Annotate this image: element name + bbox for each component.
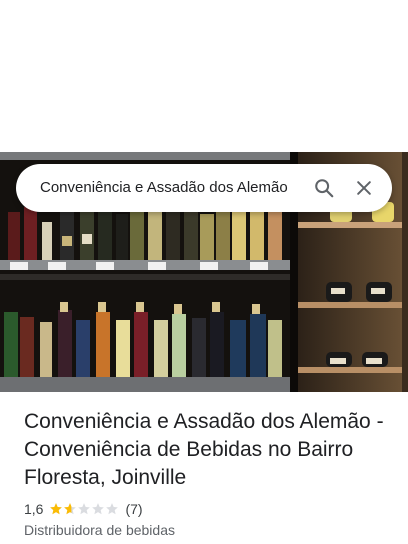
star-icon <box>92 503 105 515</box>
search-bar[interactable]: Conveniência e Assadão dos Alemão <box>16 164 392 212</box>
star-icon <box>50 503 63 515</box>
rating-row[interactable]: 1,6 (7) <box>24 500 143 518</box>
search-button[interactable] <box>304 164 344 212</box>
search-input[interactable]: Conveniência e Assadão dos Alemão <box>40 164 304 212</box>
place-category: Distribuidora de bebidas <box>24 522 175 538</box>
clear-search-button[interactable] <box>344 164 384 212</box>
star-icon <box>106 503 119 515</box>
review-count: (7) <box>125 501 143 517</box>
rating-value: 1,6 <box>24 501 44 517</box>
search-icon <box>315 179 334 198</box>
place-info-panel: Conveniência e Assadão dos Alemão - Conv… <box>0 392 408 544</box>
place-title: Conveniência e Assadão dos Alemão - Conv… <box>24 410 384 489</box>
star-icon <box>78 503 91 515</box>
close-icon <box>357 181 371 195</box>
star-icon <box>64 503 77 515</box>
rating-stars <box>49 502 119 516</box>
